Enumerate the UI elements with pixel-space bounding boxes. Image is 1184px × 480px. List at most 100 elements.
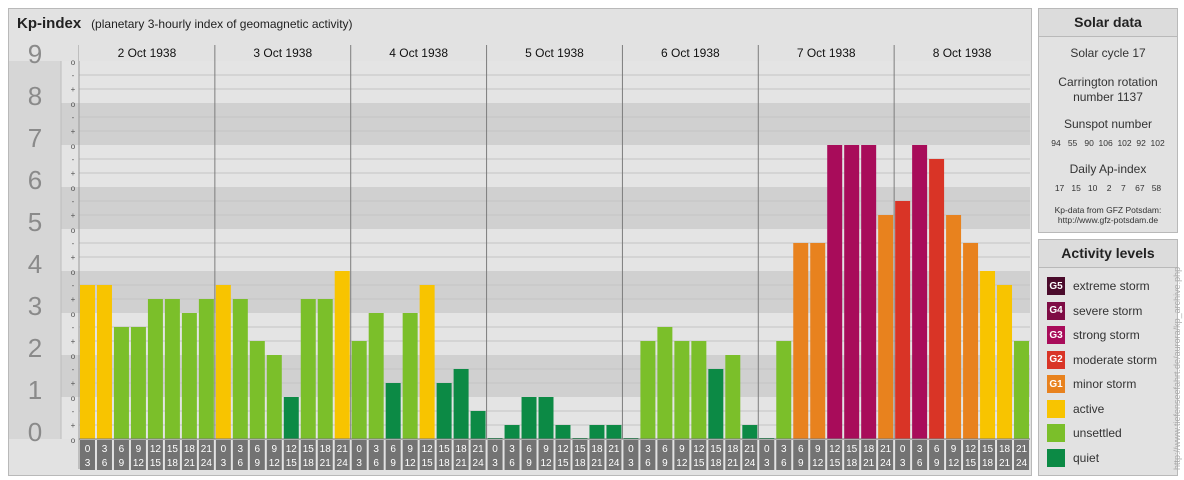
interval-end-label: 18 [303,458,315,469]
interval-end-label: 18 [846,458,858,469]
interval-end-label: 3 [628,458,634,469]
third-mark: + [71,211,76,220]
kp-bar [504,425,520,439]
interval-end-label: 15 [829,458,841,469]
interval-start-label: 21 [880,444,892,455]
kp-bar [963,242,979,439]
activity-level-swatch: G4 [1047,301,1065,320]
third-mark: - [72,365,75,374]
interval-end-label: 21 [456,458,468,469]
kp-bar [878,215,894,439]
activity-level-swatch: G5 [1047,277,1065,295]
credit-line1: Kp-data from GFZ Potsdam: [1054,205,1162,215]
y-tick-label: 5 [28,207,42,237]
interval-start-label: 18 [863,444,875,455]
interval-end-label: 3 [221,458,227,469]
interval-end-label: 18 [167,458,179,469]
interval-start-label: 12 [286,444,298,455]
kp-bar [215,284,231,439]
third-mark: o [71,352,76,361]
interval-end-label: 15 [965,458,977,469]
kp-band [61,103,1030,145]
kp-bar [606,425,622,439]
interval-end-label: 15 [557,458,569,469]
third-mark: - [72,281,75,290]
third-mark: o [71,184,76,193]
interval-end-label: 6 [781,458,787,469]
interval-end-label: 6 [373,458,379,469]
interval-start-label: 18 [320,444,332,455]
third-mark: + [71,337,76,346]
kp-bar [130,326,146,439]
carrington-line2: number 1137 [1073,90,1143,104]
y-tick-label: 2 [28,333,42,363]
interval-start-label: 6 [934,444,940,455]
solar-cycle: Solar cycle 17 [1070,46,1146,60]
kp-bar [164,299,180,439]
interval-end-label: 12 [948,458,960,469]
interval-end-label: 21 [320,458,332,469]
interval-start-label: 9 [951,444,957,455]
activity-levels-heading: Activity levels [1039,240,1177,268]
kp-bar [96,284,112,439]
third-mark: - [72,239,75,248]
interval-start-label: 15 [439,444,451,455]
interval-end-label: 3 [900,458,906,469]
interval-start-label: 12 [829,444,841,455]
activity-level-swatch [1047,399,1065,418]
interval-end-label: 12 [133,458,145,469]
activity-level-label: extreme storm [1073,279,1150,293]
interval-start-label: 9 [815,444,821,455]
activity-level-active: active [1047,399,1104,419]
kp-bar [742,425,758,439]
kp-bar [657,326,673,439]
interval-start-label: 9 [679,444,685,455]
day-label: 7 Oct 1938 [797,46,856,60]
interval-end-label: 15 [693,458,705,469]
interval-start-label: 6 [390,444,396,455]
credit-link[interactable]: http://www.gfz-potsdam.de [1039,215,1177,225]
interval-end-label: 3 [356,458,362,469]
kp-bar [181,313,197,439]
interval-start-label: 18 [456,444,468,455]
interval-start-label: 6 [255,444,261,455]
interval-start-label: 0 [492,444,498,455]
third-mark: o [71,100,76,109]
day-label: 6 Oct 1938 [661,46,720,60]
kp-band [61,145,1030,187]
activity-level-label: moderate storm [1073,352,1158,367]
interval-end-label: 21 [863,458,875,469]
kp-bar [691,341,707,439]
third-mark: + [71,253,76,262]
interval-start-label: 0 [85,444,91,455]
interval-end-label: 6 [509,458,515,469]
interval-start-label: 0 [764,444,770,455]
interval-end-label: 9 [390,458,396,469]
interval-end-label: 24 [1016,458,1028,469]
interval-start-label: 3 [373,444,379,455]
activity-levels-panel: Activity levels G5 extreme storm G4 severe … [1038,239,1178,476]
interval-start-label: 18 [727,444,739,455]
sunspot-label: Sunspot number [1063,117,1153,131]
interval-end-label: 21 [727,458,739,469]
interval-start-label: 3 [102,444,108,455]
y-tick-label: 0 [28,417,42,447]
day-label: 2 Oct 1938 [118,46,177,60]
kp-bar [946,215,962,439]
interval-end-label: 24 [337,458,349,469]
interval-start-label: 21 [201,444,213,455]
kp-bar [147,299,163,439]
activity-level-minor-storm: G1 minor storm [1047,374,1136,394]
day-label: 5 Oct 1938 [525,46,584,60]
interval-start-label: 12 [965,444,977,455]
kp-bar [453,368,469,439]
interval-end-label: 9 [526,458,532,469]
third-mark: - [72,113,75,122]
kp-bar [725,355,741,439]
interval-end-label: 12 [405,458,417,469]
y-tick-label: 1 [28,375,42,405]
interval-end-label: 24 [880,458,892,469]
interval-start-label: 9 [407,444,413,455]
activity-level-unsettled: unsettled [1047,423,1122,443]
interval-end-label: 3 [764,458,770,469]
